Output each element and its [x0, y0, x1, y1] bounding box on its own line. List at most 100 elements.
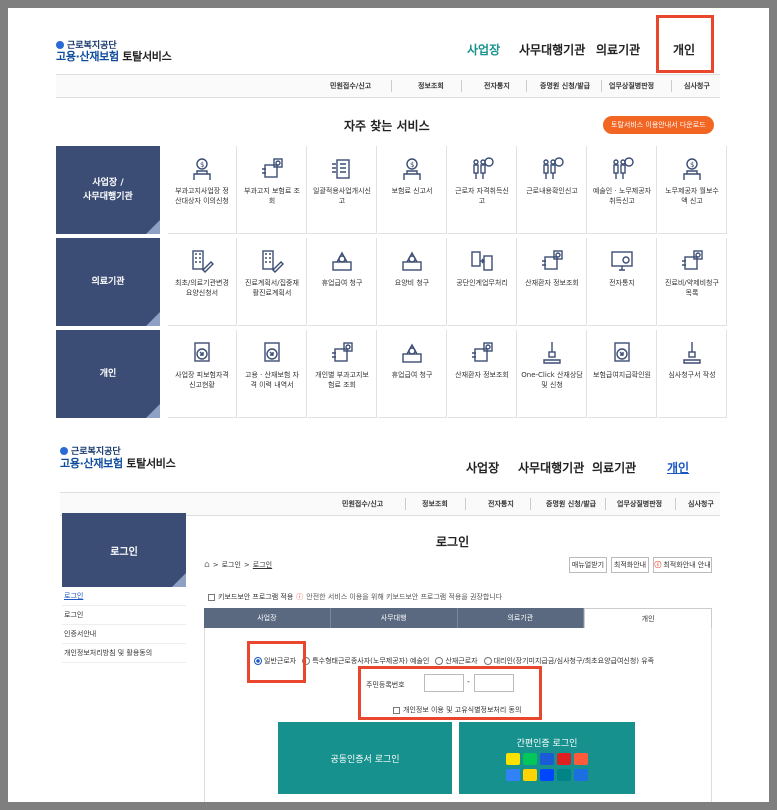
service-item[interactable]: 고용 · 산재보험 자격 이력 내역서 — [238, 330, 307, 418]
nav-agency[interactable]: 사무대행기관 — [519, 41, 585, 58]
service-row-label-2: 의료기관 — [56, 238, 160, 326]
guide-download-button[interactable]: 토탈서비스 이용안내서 다운로드 — [603, 116, 714, 134]
nav2-agency[interactable]: 사무대행기관 — [518, 459, 584, 476]
transfer-icon — [448, 248, 516, 274]
sidebar-item-certificate-guide[interactable]: 인증서안내 — [62, 625, 186, 644]
tab-business[interactable]: 사업장 — [204, 608, 331, 628]
service-item[interactable]: $ 부과고지사업장 정 산대상자 이의신청 — [168, 146, 237, 234]
service-item-label: 휴업급여 청구 — [391, 371, 433, 379]
service-item[interactable]: 일괄적용사업개시신 고 — [308, 146, 377, 234]
service-item[interactable]: $ 노무제공자 월보수 액 신고 — [658, 146, 727, 234]
sidebar-item-privacy[interactable]: 개인정보처리방침 및 활용동의 — [62, 644, 186, 663]
service-item[interactable]: 공단인계업무처리 — [448, 238, 517, 326]
service-title-2[interactable]: 고용·산재보험 토탈서비스 — [60, 455, 176, 471]
menu1-item-appeal[interactable]: 심사청구 — [684, 81, 710, 91]
service-item[interactable]: 심사청구서 작성 — [658, 330, 727, 418]
service-item[interactable]: 근로내용확인신고 — [518, 146, 587, 234]
simple-auth-title: 간편인증 로그인 — [516, 738, 578, 749]
org-logo-icon-2 — [60, 446, 68, 455]
nav-business[interactable]: 사업장 — [467, 41, 500, 58]
sidebar-item-login[interactable]: 로그인 — [62, 606, 186, 625]
service-item[interactable]: $ 보험료 신고서 — [378, 146, 447, 234]
menu2-item-inquiry[interactable]: 정보조회 — [422, 499, 448, 509]
service-item[interactable]: 휴업급여 청구 — [378, 330, 447, 418]
frequent-services-title: 자주 찾는 서비스 — [344, 119, 430, 133]
login-tabs: 사업장 사무대행 의료기관 개인 — [204, 608, 712, 628]
menu1-item-notice[interactable]: 전자통지 — [484, 81, 510, 91]
optimize-info-button[interactable]: ⓘ 최적화안내 안내 — [653, 557, 712, 573]
menu2-item-complaint[interactable]: 민원접수/신고 — [342, 499, 383, 509]
service-item-label: 휴업급여 청구 — [321, 279, 363, 287]
service-item[interactable]: 휴업급여 청구 — [308, 238, 377, 326]
service-item[interactable]: 예술인 · 노무제공자 취득신고 — [588, 146, 657, 234]
money-box-icon — [378, 340, 446, 366]
service-item-label: 요양비 청구 — [394, 279, 430, 287]
service-item[interactable]: 산재환자 정보조회 — [448, 330, 517, 418]
document-search-icon — [518, 248, 586, 274]
svg-text:$: $ — [690, 161, 694, 169]
tab-agency[interactable]: 사무대행 — [330, 608, 458, 628]
warning-icon: ⓘ — [296, 593, 304, 601]
service-item[interactable]: 진료계획서/집중재 활진료계획서 — [238, 238, 307, 326]
home-icon[interactable]: ⌂ — [204, 560, 210, 570]
sidebar-item-login-active[interactable]: 로그인 — [62, 587, 186, 606]
tab-personal[interactable]: 개인 — [584, 608, 712, 628]
arrow-card-icon — [588, 340, 656, 366]
menu1-item-certificate[interactable]: 증명원 신청/발급 — [540, 81, 590, 91]
breadcrumb: ⌂ > 로그인 > 로그인 — [204, 560, 273, 570]
service-item[interactable]: 요양비 청구 — [378, 238, 447, 326]
monitor-search-icon — [588, 248, 656, 274]
service-item-label: 전자통지 — [609, 279, 635, 287]
service-item[interactable]: 근로자 자격취득신 고 — [448, 146, 517, 234]
service-item-label: One-Click 산재상담 및 신청 — [521, 371, 583, 389]
simple-auth-login-button[interactable]: 간편인증 로그인 — [459, 722, 635, 794]
alert-icon: ⓘ — [654, 561, 662, 569]
service-sub: 토탈서비스 — [122, 50, 172, 63]
optimize-button[interactable]: 최적화안내 — [611, 557, 649, 573]
naver-icon — [523, 752, 537, 765]
service-row-label-1: 사업장 / 사무대행기관 — [56, 146, 160, 234]
sidebar-header: 로그인 — [62, 513, 186, 587]
service-item[interactable]: 전자통지 — [588, 238, 657, 326]
radio-injured-worker[interactable]: 산재근로자 — [435, 656, 478, 666]
radio-agent[interactable]: 대리인(장기미지급금/심사청구/최초요양급여신청) 유족 — [483, 656, 654, 666]
service-item-label: 부과고지사업장 정 산대상자 이의신청 — [175, 187, 229, 205]
keyboard-security-checkbox[interactable] — [208, 593, 215, 601]
service-row-label-text-1: 사업장 / 사무대행기관 — [83, 178, 133, 202]
menu2-item-notice[interactable]: 전자통지 — [488, 499, 514, 509]
service-item[interactable]: 부과고지 보험료 조회 — [238, 146, 307, 234]
menu2-item-disease[interactable]: 업무상질병판정 — [617, 499, 662, 509]
service-item[interactable]: 보험급여지급확인원 — [588, 330, 657, 418]
service-item-label: 진료비/약제비청구 목록 — [665, 279, 719, 297]
breadcrumb-item-2[interactable]: 로그인 — [253, 560, 272, 570]
nav-medical[interactable]: 의료기관 — [596, 41, 640, 58]
money-person-icon: $ — [378, 156, 446, 182]
arrow-card-icon — [168, 340, 236, 366]
nav2-medical[interactable]: 의료기관 — [592, 459, 636, 476]
menu2-item-appeal[interactable]: 심사청구 — [688, 499, 714, 509]
nav2-business[interactable]: 사업장 — [466, 459, 499, 476]
service-item[interactable]: 진료비/약제비청구 목록 — [658, 238, 727, 326]
highlight-general-worker — [247, 641, 306, 683]
service-item[interactable]: 개인별 부과고지보 험료 조회 — [308, 330, 377, 418]
menu2-item-certificate[interactable]: 증명원 신청/발급 — [546, 499, 596, 509]
toss-icon — [506, 768, 520, 781]
nh-icon — [574, 768, 588, 781]
service-title[interactable]: 고용·산재보험 토탈서비스 — [56, 48, 172, 64]
tab-medical[interactable]: 의료기관 — [457, 608, 585, 628]
menu1-item-inquiry[interactable]: 정보조회 — [418, 81, 444, 91]
service-item[interactable]: 사업장 피보험자격 신고현황 — [168, 330, 237, 418]
radio-special-worker[interactable]: 특수형태근로종사자(노무제공자) 예술인 — [302, 656, 429, 666]
service-item[interactable]: One-Click 산재상담 및 신청 — [518, 330, 587, 418]
building-pen-icon — [168, 248, 236, 274]
nav2-personal[interactable]: 개인 — [667, 459, 689, 476]
menu1-item-disease[interactable]: 업무상질병판정 — [609, 81, 654, 91]
manual-button[interactable]: 매뉴얼받기 — [569, 557, 607, 573]
cert-login-button[interactable]: 공동인증서 로그인 — [278, 722, 452, 794]
service-item[interactable]: 산재환자 정보조회 — [518, 238, 587, 326]
breadcrumb-item-1[interactable]: 로그인 — [222, 560, 241, 570]
service-item-label: 사업장 피보험자격 신고현황 — [175, 371, 229, 389]
login-title: 로그인 — [436, 535, 470, 549]
menu1-item-complaint[interactable]: 민원접수/신고 — [330, 81, 371, 91]
service-item[interactable]: 최초/의료기관변경 요양신청서 — [168, 238, 237, 326]
